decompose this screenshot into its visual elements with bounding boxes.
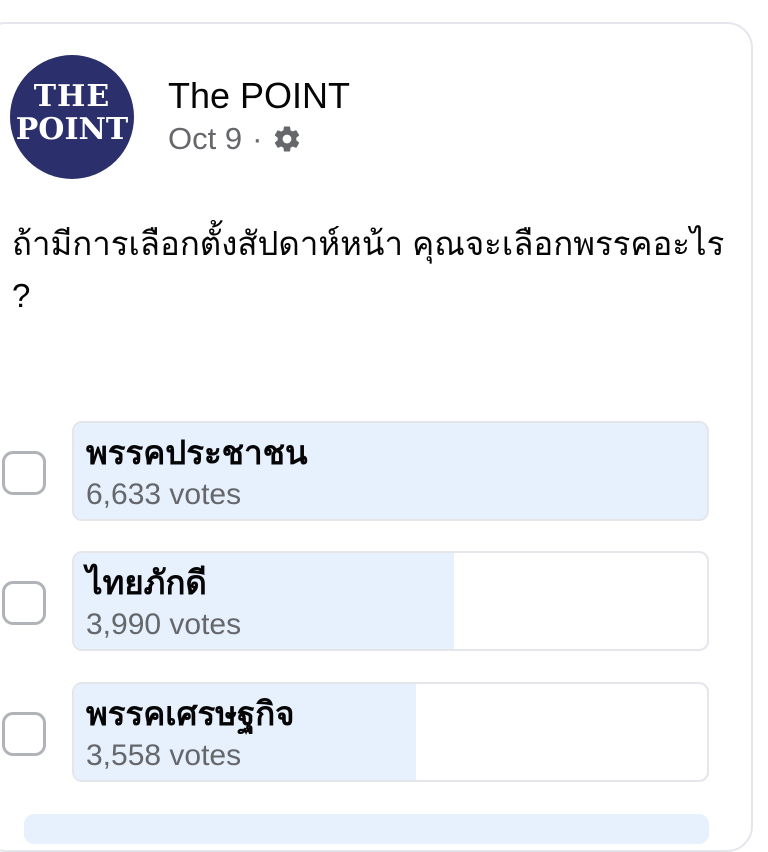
avatar-logo-line1: THE — [33, 79, 111, 114]
poll-option[interactable]: พรรคเศรษฐกิจ 3,558 votes — [0, 682, 768, 782]
option-label: พรรคเศรษฐกิจ — [86, 695, 295, 732]
poll-option[interactable]: ไทยภักดี 3,990 votes — [0, 551, 768, 651]
post-meta: Oct 9 · — [168, 120, 302, 158]
option-checkbox[interactable] — [2, 712, 46, 756]
option-result-bar[interactable]: ไทยภักดี 3,990 votes — [72, 551, 709, 651]
avatar-logo-line2: POINT — [15, 112, 129, 147]
option-checkbox[interactable] — [2, 581, 46, 625]
poll-question: ถ้ามีการเลือกตั้งสัปดาห์หน้า คุณจะเลือกพ… — [12, 225, 725, 314]
option-checkbox[interactable] — [2, 451, 46, 495]
option-result-bar[interactable]: พรรคเศรษฐกิจ 3,558 votes — [72, 682, 709, 782]
option-votes: 3,990 votes — [86, 608, 242, 641]
option-votes: 6,633 votes — [86, 478, 242, 511]
option-result-bar[interactable]: พรรคประชาชน 6,633 votes — [72, 421, 709, 521]
option-votes: 3,558 votes — [86, 739, 242, 772]
meta-separator: · — [252, 121, 263, 156]
post-date[interactable]: Oct 9 — [168, 120, 242, 158]
option-label: ไทยภักดี — [86, 564, 207, 601]
more-options-button[interactable] — [24, 814, 709, 844]
option-label: พรรคประชาชน — [86, 434, 308, 471]
page-name[interactable]: The POINT — [168, 76, 350, 116]
page-avatar[interactable]: THE POINT — [10, 55, 134, 179]
gear-icon — [272, 124, 302, 154]
poll-option[interactable]: พรรคประชาชน 6,633 votes — [0, 421, 768, 521]
